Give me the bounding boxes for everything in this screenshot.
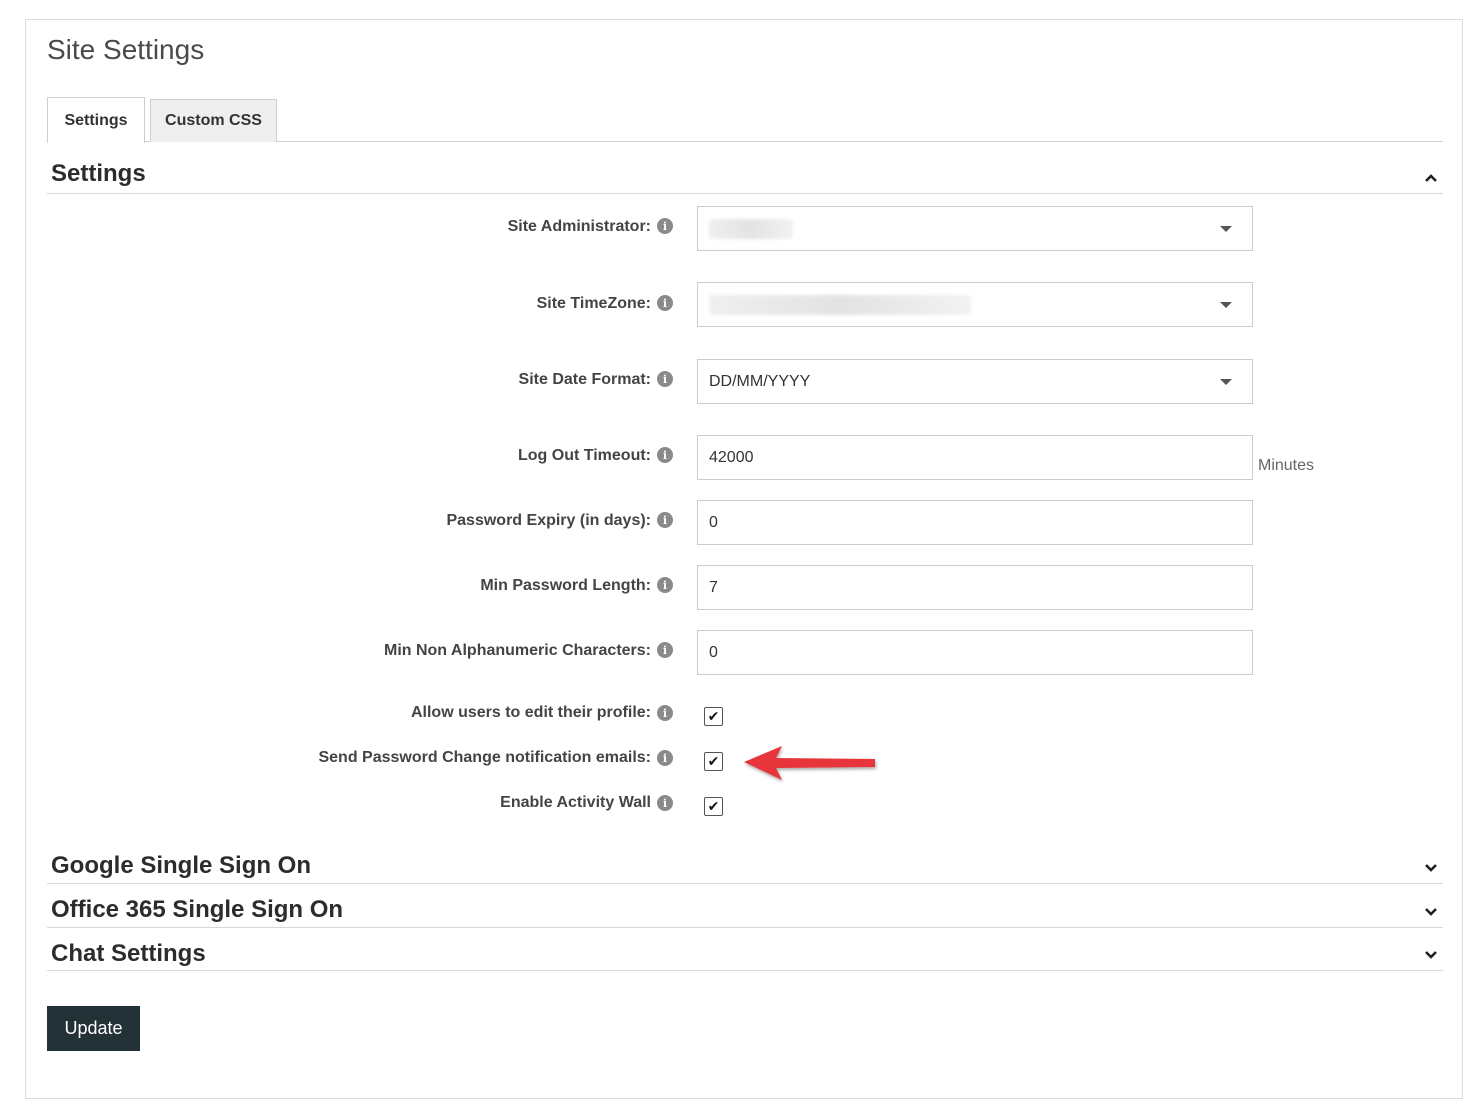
info-icon[interactable]: i xyxy=(657,705,673,721)
site-administrator-label: Site Administrator: xyxy=(507,218,651,235)
info-icon[interactable]: i xyxy=(657,750,673,766)
office365-sso-section-header[interactable]: Office 365 Single Sign On xyxy=(47,892,1443,928)
form-row-site-date-format: Site Date Format: i DD/MM/YYYY xyxy=(26,359,1464,405)
allow-edit-profile-checkbox[interactable]: ✔ xyxy=(704,707,723,726)
chat-settings-section-header[interactable]: Chat Settings xyxy=(47,935,1443,971)
site-timezone-select[interactable] xyxy=(697,282,1253,327)
page-title: Site Settings xyxy=(47,34,205,65)
info-icon[interactable]: i xyxy=(657,371,673,387)
send-password-change-emails-checkbox[interactable]: ✔ xyxy=(704,752,723,771)
password-expiry-label: Password Expiry (in days): xyxy=(446,512,651,529)
info-icon[interactable]: i xyxy=(657,447,673,463)
info-icon[interactable]: i xyxy=(657,642,673,658)
form-row-password-expiry: Password Expiry (in days): i 0 xyxy=(26,500,1464,546)
site-administrator-select[interactable] xyxy=(697,206,1253,251)
min-password-length-input[interactable]: 7 xyxy=(697,565,1253,610)
password-expiry-value: 0 xyxy=(709,513,718,531)
logout-timeout-unit: Minutes xyxy=(1258,457,1315,474)
annotation-arrow-icon xyxy=(744,746,875,780)
site-date-format-select[interactable]: DD/MM/YYYY xyxy=(697,359,1253,404)
password-expiry-input[interactable]: 0 xyxy=(697,500,1253,545)
logout-timeout-label: Log Out Timeout: xyxy=(517,447,651,464)
info-icon[interactable]: i xyxy=(657,295,673,311)
info-icon[interactable]: i xyxy=(657,218,673,234)
chevron-down-icon[interactable] xyxy=(1423,904,1439,920)
enable-activity-wall-checkbox[interactable]: ✔ xyxy=(704,797,723,816)
logout-timeout-value: 42000 xyxy=(709,448,754,466)
info-icon[interactable]: i xyxy=(657,577,673,593)
redacted-value xyxy=(709,218,793,239)
form-row-min-password-length: Min Password Length: i 7 xyxy=(26,565,1464,611)
send-password-change-emails-label: Send Password Change notification emails… xyxy=(318,749,651,766)
form-row-site-timezone: Site TimeZone: i xyxy=(26,282,1464,328)
min-password-length-value: 7 xyxy=(709,578,718,596)
chevron-up-icon[interactable] xyxy=(1423,170,1439,186)
min-non-alphanumeric-label: Min Non Alphanumeric Characters: xyxy=(383,642,651,659)
caret-down-icon xyxy=(1220,226,1232,232)
settings-section-header[interactable]: Settings xyxy=(47,158,1443,194)
enable-activity-wall-label: Enable Activity Wall xyxy=(500,794,651,811)
info-icon[interactable]: i xyxy=(657,512,673,528)
site-settings-panel: Site Settings Settings Custom CSS Settin… xyxy=(25,19,1463,1099)
form-row-logout-timeout: Log Out Timeout: i 42000 Minutes xyxy=(26,435,1464,481)
min-non-alphanumeric-input[interactable]: 0 xyxy=(697,630,1253,675)
form-row-min-non-alphanumeric: Min Non Alphanumeric Characters: i 0 xyxy=(26,630,1464,676)
form-row-site-administrator: Site Administrator: i xyxy=(26,206,1464,252)
caret-down-icon xyxy=(1220,302,1232,308)
chat-settings-section-title: Chat Settings xyxy=(51,940,206,967)
chevron-down-icon[interactable] xyxy=(1423,860,1439,876)
site-timezone-label: Site TimeZone: xyxy=(536,295,651,312)
min-password-length-label: Min Password Length: xyxy=(480,577,651,594)
site-date-format-label: Site Date Format: xyxy=(518,371,651,388)
redacted-value xyxy=(709,294,971,315)
settings-section-title: Settings xyxy=(51,160,146,187)
tab-bar: Settings Custom CSS xyxy=(47,97,1443,143)
tab-custom-css[interactable]: Custom CSS xyxy=(150,99,277,142)
min-non-alphanumeric-value: 0 xyxy=(709,643,718,661)
form-row-enable-activity-wall: Enable Activity Wall i ✔ xyxy=(26,794,1464,820)
caret-down-icon xyxy=(1220,379,1232,385)
allow-edit-profile-label: Allow users to edit their profile: xyxy=(410,704,651,721)
form-row-allow-edit-profile: Allow users to edit their profile: i ✔ xyxy=(26,704,1464,730)
update-button[interactable]: Update xyxy=(47,1006,140,1051)
google-sso-section-title: Google Single Sign On xyxy=(51,852,312,879)
google-sso-section-header[interactable]: Google Single Sign On xyxy=(47,848,1443,884)
info-icon[interactable]: i xyxy=(657,795,673,811)
tab-settings[interactable]: Settings xyxy=(47,97,145,143)
logout-timeout-input[interactable]: 42000 xyxy=(697,435,1253,480)
site-date-format-value: DD/MM/YYYY xyxy=(709,372,811,390)
chevron-down-icon[interactable] xyxy=(1423,947,1439,963)
office365-sso-section-title: Office 365 Single Sign On xyxy=(51,896,344,923)
